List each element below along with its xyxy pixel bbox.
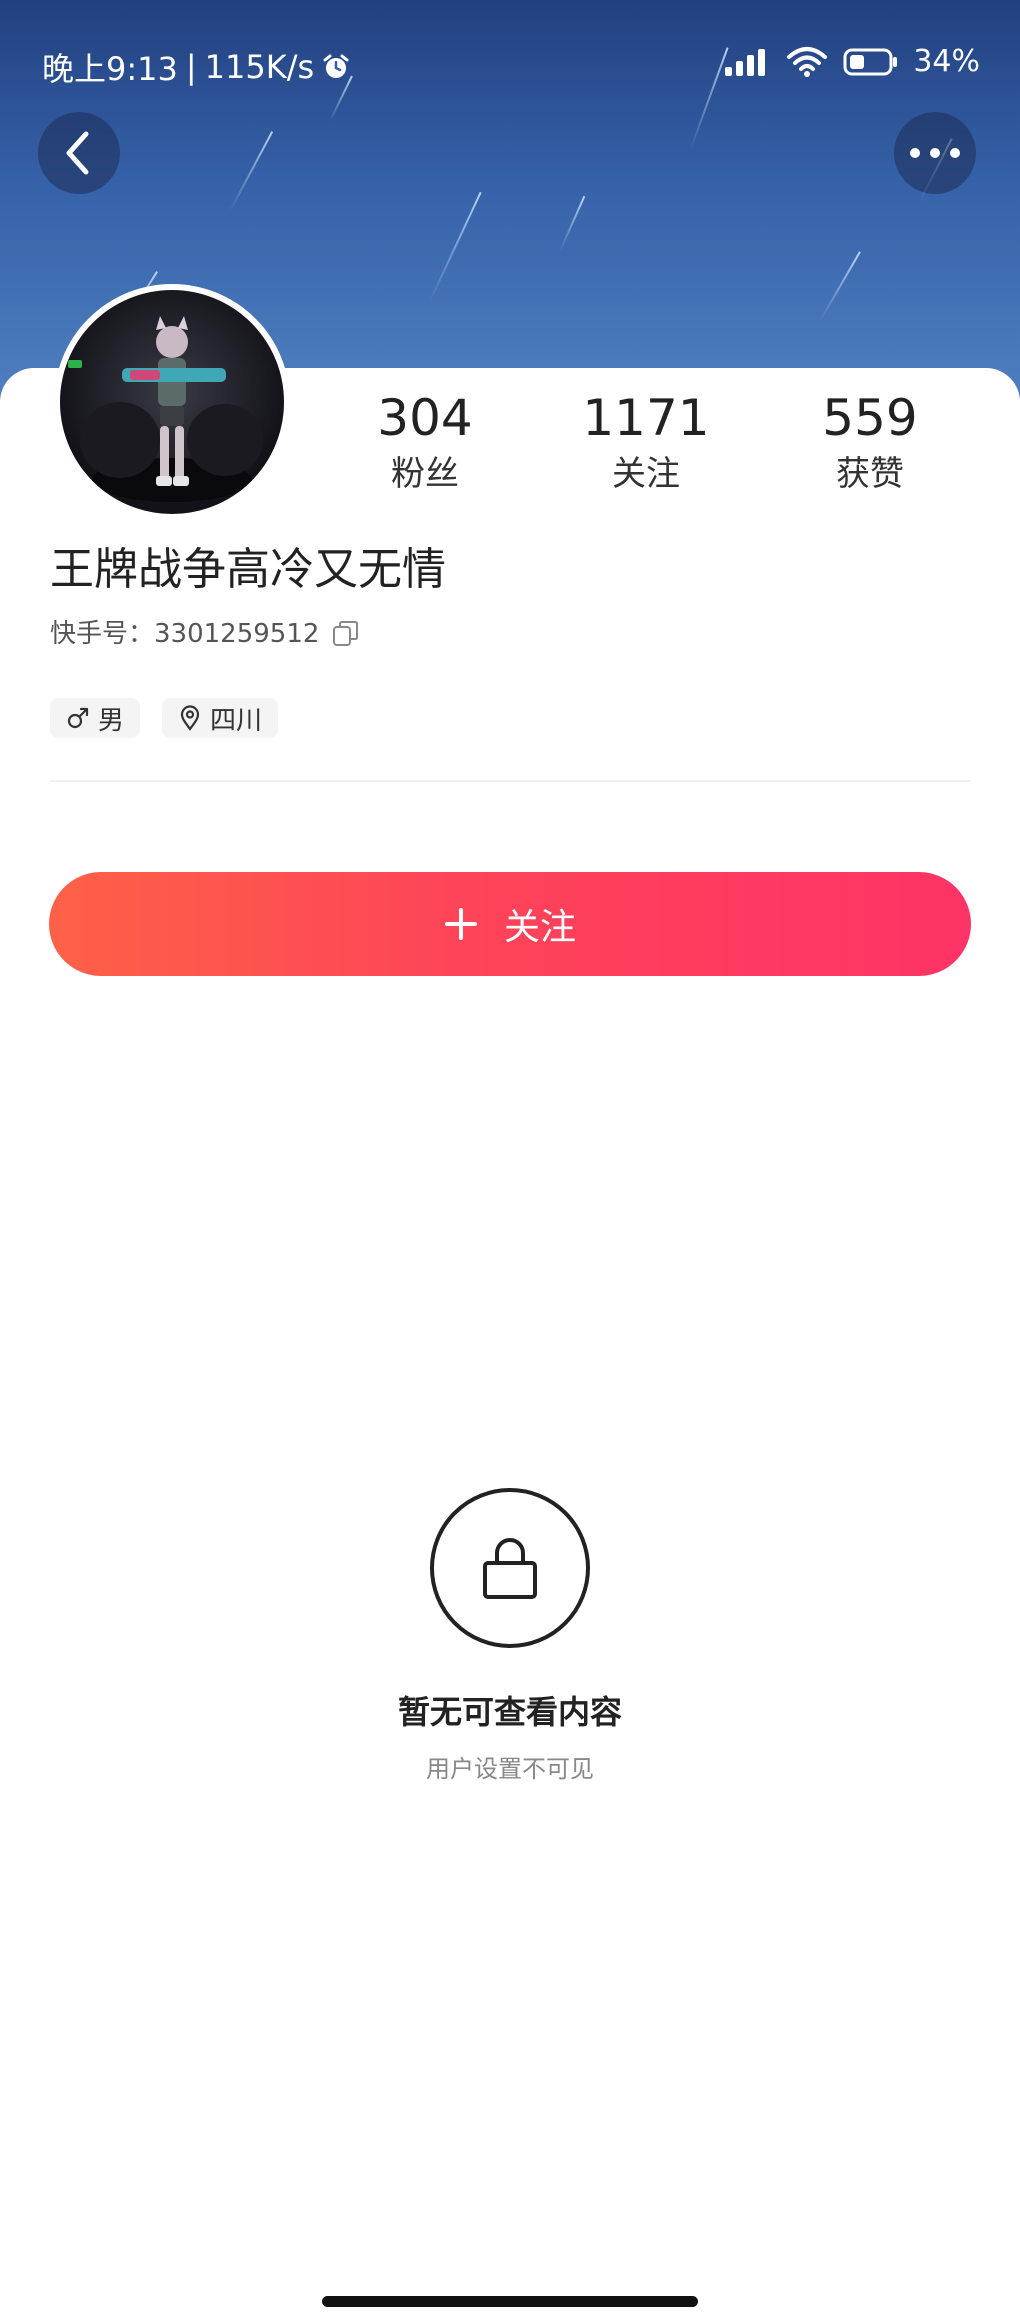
- male-gender-icon: [67, 707, 89, 729]
- divider: [50, 780, 970, 782]
- location-tag-label: 四川: [210, 705, 263, 736]
- gender-tag-label: 男: [98, 705, 125, 736]
- stat-fans-label: 粉丝: [391, 454, 459, 494]
- status-time: 晚上9:13: [42, 50, 178, 88]
- stat-likes-value: 559: [822, 389, 918, 447]
- home-indicator[interactable]: [322, 2296, 698, 2307]
- alarm-clock-icon: [323, 54, 349, 78]
- profile-tags: 男 四川: [50, 698, 279, 738]
- star-streak: [229, 131, 274, 212]
- lock-icon: [483, 1538, 537, 1599]
- more-dots-icon: [910, 148, 960, 158]
- copy-icon[interactable]: [331, 619, 361, 649]
- user-id-value: 3301259512: [154, 619, 320, 649]
- location-pin-icon: [180, 705, 200, 731]
- stat-following[interactable]: 1171 关注: [546, 390, 746, 494]
- star-streak: [429, 191, 482, 302]
- follow-button[interactable]: 关注: [49, 872, 971, 976]
- gender-tag: 男: [50, 698, 141, 738]
- back-button[interactable]: [38, 112, 120, 194]
- game-character-avatar: [68, 316, 263, 502]
- stat-following-label: 关注: [612, 454, 680, 494]
- stat-likes[interactable]: 559 获赞: [770, 390, 970, 494]
- user-id-row: 快手号： 3301259512: [50, 616, 361, 652]
- more-options-button[interactable]: [894, 112, 976, 194]
- status-battery-percent: 34%: [913, 44, 980, 79]
- chevron-left-icon: [66, 131, 89, 175]
- status-separator: |: [185, 48, 197, 86]
- stat-fans-value: 304: [377, 389, 473, 447]
- status-network-speed: 115K/s: [204, 48, 315, 86]
- stat-likes-label: 获赞: [836, 454, 904, 494]
- avatar[interactable]: [54, 284, 290, 520]
- empty-state-subtitle: 用户设置不可见: [426, 1755, 594, 1783]
- stat-following-value: 1171: [582, 389, 710, 447]
- empty-state-title: 暂无可查看内容: [397, 1693, 622, 1731]
- stat-fans[interactable]: 304 粉丝: [325, 390, 525, 494]
- empty-state: 暂无可查看内容 用户设置不可见: [0, 1488, 1020, 1786]
- profile-card: [0, 368, 1020, 2323]
- battery-icon: [843, 48, 898, 75]
- status-right: 34%: [723, 44, 980, 79]
- star-streak: [819, 251, 861, 322]
- status-bar: 晚上9:13 | 115K/s 34%: [0, 0, 1020, 130]
- status-left: 晚上9:13 | 115K/s: [42, 44, 350, 90]
- location-tag: 四川: [162, 698, 279, 738]
- user-id-label: 快手号：: [50, 619, 155, 649]
- star-streak: [559, 195, 586, 252]
- follow-button-label: 关注: [503, 907, 576, 948]
- wifi-icon: [787, 46, 828, 77]
- username: 王牌战争高冷又无情: [50, 544, 446, 595]
- lock-circle: [430, 1488, 590, 1648]
- cellular-signal-icon: [725, 48, 766, 76]
- plus-icon: [444, 908, 477, 940]
